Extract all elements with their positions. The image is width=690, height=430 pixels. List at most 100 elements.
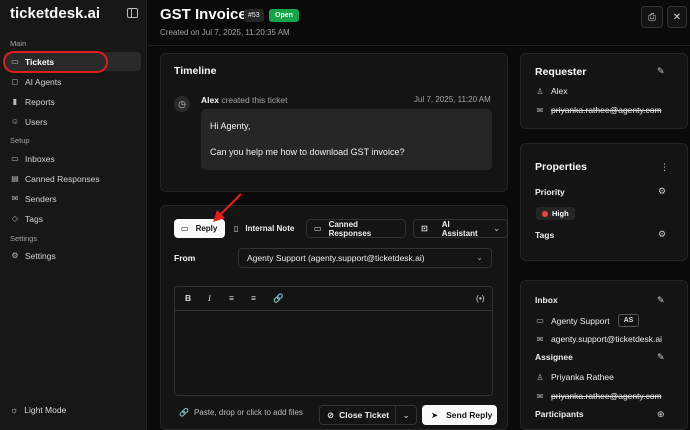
message-body: Can you help me how to download GST invo… bbox=[210, 147, 405, 157]
mail-icon: ✉ bbox=[536, 334, 544, 344]
assignee-name-row: ♙ Priyanka Rathee bbox=[535, 372, 614, 382]
inbox-email: agenty.support@ticketdesk.ai bbox=[551, 334, 663, 344]
timeline-title: Timeline bbox=[174, 65, 217, 77]
tag-icon: ◇ bbox=[11, 214, 19, 223]
close-ticket-button[interactable]: ⊘ Close Ticket ⌄ bbox=[319, 405, 417, 425]
sidebar-item-label: Tags bbox=[25, 213, 43, 224]
close-ticket-main[interactable]: ⊘ Close Ticket bbox=[320, 406, 396, 424]
tab-ai-assistant[interactable]: ⊡ AI Assistant ⌄ bbox=[413, 219, 508, 238]
assignee-label: Assignee bbox=[535, 352, 573, 362]
from-select[interactable]: Agenty Support (agenty.support@ticketdes… bbox=[238, 248, 492, 268]
tab-label: AI Assistant bbox=[441, 219, 478, 238]
assignee-email: priyanka.rathee@agenty.com bbox=[551, 391, 662, 401]
section-main: Main bbox=[10, 39, 27, 48]
inbox-name: Agenty Support bbox=[551, 315, 610, 326]
numbered-list-icon[interactable]: ≡ bbox=[251, 293, 256, 303]
user-icon: ♙ bbox=[536, 372, 544, 382]
theme-toggle[interactable]: ☼ Light Mode bbox=[10, 405, 66, 415]
check-circle-icon: ⊘ bbox=[327, 409, 335, 420]
message-author: Alex bbox=[201, 95, 219, 105]
requester-title: Requester bbox=[535, 66, 587, 78]
add-user-icon[interactable]: ⊕ bbox=[657, 409, 665, 420]
gear-icon[interactable]: ⚙ bbox=[658, 186, 666, 197]
close-ticket-label: Close Ticket bbox=[339, 410, 390, 420]
chat-icon: ▭ bbox=[314, 224, 322, 233]
chart-icon: ▮ bbox=[12, 97, 18, 106]
tab-canned-responses[interactable]: ▭ Canned Responses bbox=[306, 219, 406, 238]
participants-label: Participants bbox=[535, 409, 584, 419]
page-title: GST Invoice bbox=[160, 6, 247, 23]
attach-files[interactable]: 🔗 Paste, drop or click to add files bbox=[179, 408, 303, 417]
requester-name-row: ♙ Alex bbox=[535, 86, 568, 96]
editor-toolbar: B I ≡ ≡ 🔗 (•) bbox=[175, 287, 492, 311]
close-view-button[interactable]: ✕ bbox=[667, 6, 687, 28]
sidebar-item-ai-agents[interactable]: ◻ AI Agents bbox=[4, 72, 141, 91]
edit-icon[interactable]: ✎ bbox=[657, 295, 665, 306]
edit-icon[interactable]: ✎ bbox=[657, 352, 665, 363]
bot-icon: ⊡ bbox=[421, 224, 428, 233]
header-divider bbox=[148, 45, 690, 46]
assignee-name: Priyanka Rathee bbox=[551, 372, 614, 382]
ticket-number-badge: #53 bbox=[244, 9, 264, 22]
theme-toggle-label: Light Mode bbox=[24, 405, 67, 415]
message-bubble: Hi Agenty, Can you help me how to downlo… bbox=[201, 109, 492, 170]
chevron-down-icon: ⌄ bbox=[476, 253, 483, 262]
priority-badge[interactable]: High bbox=[536, 207, 575, 220]
properties-title: Properties bbox=[535, 161, 587, 173]
gear-icon[interactable]: ⚙ bbox=[658, 229, 666, 240]
sidebar-item-label: Senders bbox=[25, 193, 57, 204]
sidebar-item-label: Reports bbox=[25, 96, 55, 107]
requester-name: Alex bbox=[551, 86, 568, 96]
sidebar-item-users[interactable]: ☺ Users bbox=[4, 112, 141, 131]
message-action: created this ticket bbox=[221, 95, 288, 105]
sidebar: ticketdesk.ai Main ▭ Tickets ◻ AI Agents… bbox=[0, 0, 147, 430]
message-timestamp: Jul 7, 2025, 11:20 AM bbox=[414, 95, 491, 104]
printer-icon: ⎙ bbox=[648, 11, 656, 23]
close-icon: ✕ bbox=[672, 11, 682, 23]
mail-icon: ✉ bbox=[536, 391, 544, 401]
tab-label: Internal Note bbox=[245, 224, 295, 233]
inbox-icon: ▭ bbox=[536, 316, 544, 325]
sidebar-item-label: Canned Responses bbox=[25, 173, 100, 184]
variable-icon[interactable]: (•) bbox=[476, 293, 485, 303]
italic-icon[interactable]: I bbox=[208, 293, 211, 303]
bullet-list-icon[interactable]: ≡ bbox=[229, 293, 234, 303]
send-reply-button[interactable]: ➤ Send Reply bbox=[422, 405, 497, 425]
tags-label: Tags bbox=[535, 230, 555, 240]
annotation-highlight-ring bbox=[3, 51, 108, 73]
sidebar-item-canned-responses[interactable]: ▤ Canned Responses bbox=[4, 169, 141, 188]
sidebar-item-reports[interactable]: ▮ Reports bbox=[4, 92, 141, 111]
reply-editor[interactable]: B I ≡ ≡ 🔗 (•) bbox=[174, 286, 493, 396]
print-button[interactable]: ⎙ bbox=[641, 6, 663, 28]
sidebar-item-label: Settings bbox=[25, 250, 56, 261]
created-timestamp: Created on Jul 7, 2025, 11:20:35 AM bbox=[160, 28, 290, 37]
inbox-icon: ▭ bbox=[11, 154, 19, 163]
sidebar-item-settings[interactable]: ⚙ Settings bbox=[4, 246, 141, 265]
sidebar-item-inboxes[interactable]: ▭ Inboxes bbox=[4, 149, 141, 168]
requester-email: priyanka.rathee@agenty.com bbox=[551, 105, 662, 115]
bold-icon[interactable]: B bbox=[185, 293, 191, 303]
mail-icon: ✉ bbox=[11, 194, 19, 203]
sidebar-item-senders[interactable]: ✉ Senders bbox=[4, 189, 141, 208]
template-icon: ▤ bbox=[11, 174, 19, 183]
sidebar-item-tags[interactable]: ◇ Tags bbox=[4, 209, 141, 228]
message-greeting: Hi Agenty, bbox=[210, 121, 251, 131]
edit-icon[interactable]: ✎ bbox=[657, 66, 665, 77]
sidebar-toggle-icon[interactable] bbox=[127, 8, 138, 18]
link-icon[interactable]: 🔗 bbox=[273, 293, 284, 304]
sidebar-item-label: Users bbox=[25, 116, 48, 127]
from-label: From bbox=[174, 253, 196, 263]
priority-label: Priority bbox=[535, 187, 565, 197]
clock-icon: ◷ bbox=[174, 96, 190, 112]
from-value: Agenty Support (agenty.support@ticketdes… bbox=[247, 253, 425, 263]
inbox-email-row: ✉ agenty.support@ticketdesk.ai bbox=[535, 334, 662, 344]
gear-icon: ⚙ bbox=[11, 251, 19, 260]
more-vertical-icon[interactable]: ⋮ bbox=[660, 162, 669, 173]
chevron-down-icon[interactable]: ⌄ bbox=[396, 410, 416, 421]
priority-dot-icon bbox=[542, 210, 548, 217]
bot-icon: ◻ bbox=[11, 77, 19, 86]
requester-email-row: ✉ priyanka.rathee@agenty.com bbox=[535, 105, 662, 115]
assignee-email-row: ✉ priyanka.rathee@agenty.com bbox=[535, 391, 662, 401]
users-icon: ☺ bbox=[10, 117, 20, 126]
sidebar-item-label: Inboxes bbox=[25, 153, 55, 164]
